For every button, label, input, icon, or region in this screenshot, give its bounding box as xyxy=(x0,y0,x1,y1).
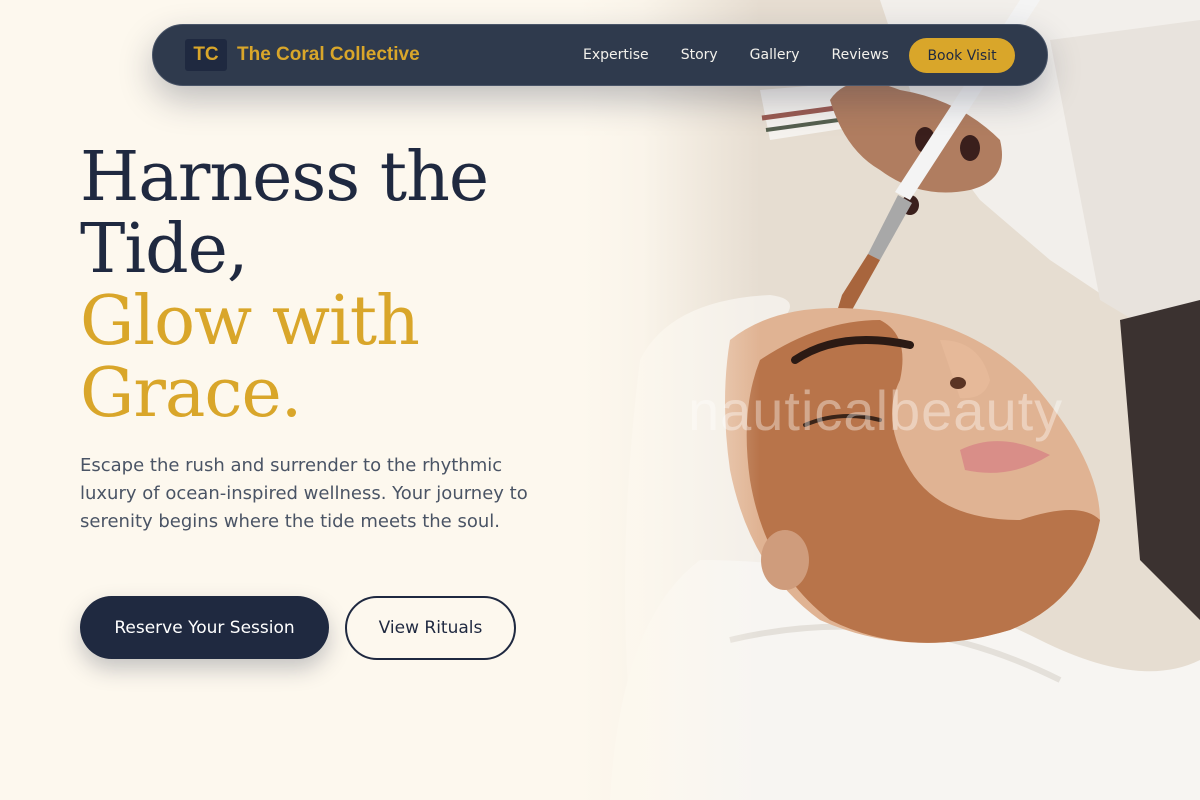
image-watermark: nauticalbeauty xyxy=(688,379,1064,442)
brand-badge: TC xyxy=(185,39,227,71)
reserve-session-button[interactable]: Reserve Your Session xyxy=(80,596,329,659)
brand-name: The Coral Collective xyxy=(237,44,420,65)
nav-link-story[interactable]: Story xyxy=(681,47,718,63)
headline-line-4: Grace. xyxy=(80,354,302,433)
headline-line-2: Tide, xyxy=(80,210,249,289)
nav-link-gallery[interactable]: Gallery xyxy=(750,47,800,63)
view-rituals-button[interactable]: View Rituals xyxy=(345,596,516,660)
top-navbar: TC The Coral Collective Expertise Story … xyxy=(152,24,1048,86)
hero-headline: Harness the Tide, Glow with Grace. xyxy=(80,142,600,430)
hero-image: nauticalbeauty xyxy=(580,0,1200,800)
headline-line-1: Harness the xyxy=(80,138,489,217)
brand-logo[interactable]: TC The Coral Collective xyxy=(185,39,420,71)
nav-link-expertise[interactable]: Expertise xyxy=(583,47,649,63)
nav-links: Expertise Story Gallery Reviews xyxy=(583,47,921,63)
headline-line-3: Glow with xyxy=(80,282,420,361)
book-visit-button[interactable]: Book Visit xyxy=(909,38,1015,73)
hero-description: Escape the rush and surrender to the rhy… xyxy=(80,455,528,532)
nav-link-reviews[interactable]: Reviews xyxy=(832,47,889,63)
